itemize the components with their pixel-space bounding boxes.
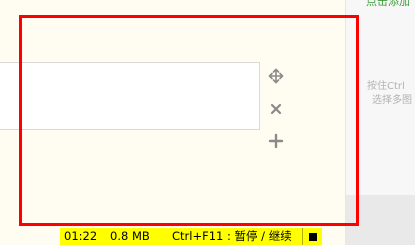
elapsed-time: 01:22 — [64, 229, 98, 243]
recording-status-bar: 01:22 0.8 MB Ctrl+F11 : 暂停 / 继续 — [60, 228, 322, 245]
stop-button[interactable] — [302, 228, 322, 245]
move-arrows-icon — [268, 68, 284, 84]
stop-square-icon — [309, 233, 317, 241]
right-panel: 点击添加 按住Ctrl 选择多图 — [345, 0, 415, 245]
hint-line-1: 按住Ctrl — [367, 81, 405, 92]
plus-icon — [268, 133, 284, 149]
file-size: 0.8 MB — [110, 229, 150, 243]
close-icon — [270, 103, 282, 115]
right-panel-footer — [346, 195, 415, 245]
add-image-link[interactable]: 点击添加 — [366, 0, 410, 9]
hint-line-2: 选择多图 — [372, 95, 412, 106]
pause-resume-hint: Ctrl+F11 : 暂停 / 继续 — [172, 229, 292, 243]
multi-select-hint: 按住Ctrl 选择多图 — [367, 80, 415, 108]
move-button[interactable] — [268, 68, 284, 84]
delete-button[interactable] — [268, 101, 284, 117]
add-button[interactable] — [268, 133, 284, 149]
text-input-area[interactable] — [0, 62, 260, 130]
